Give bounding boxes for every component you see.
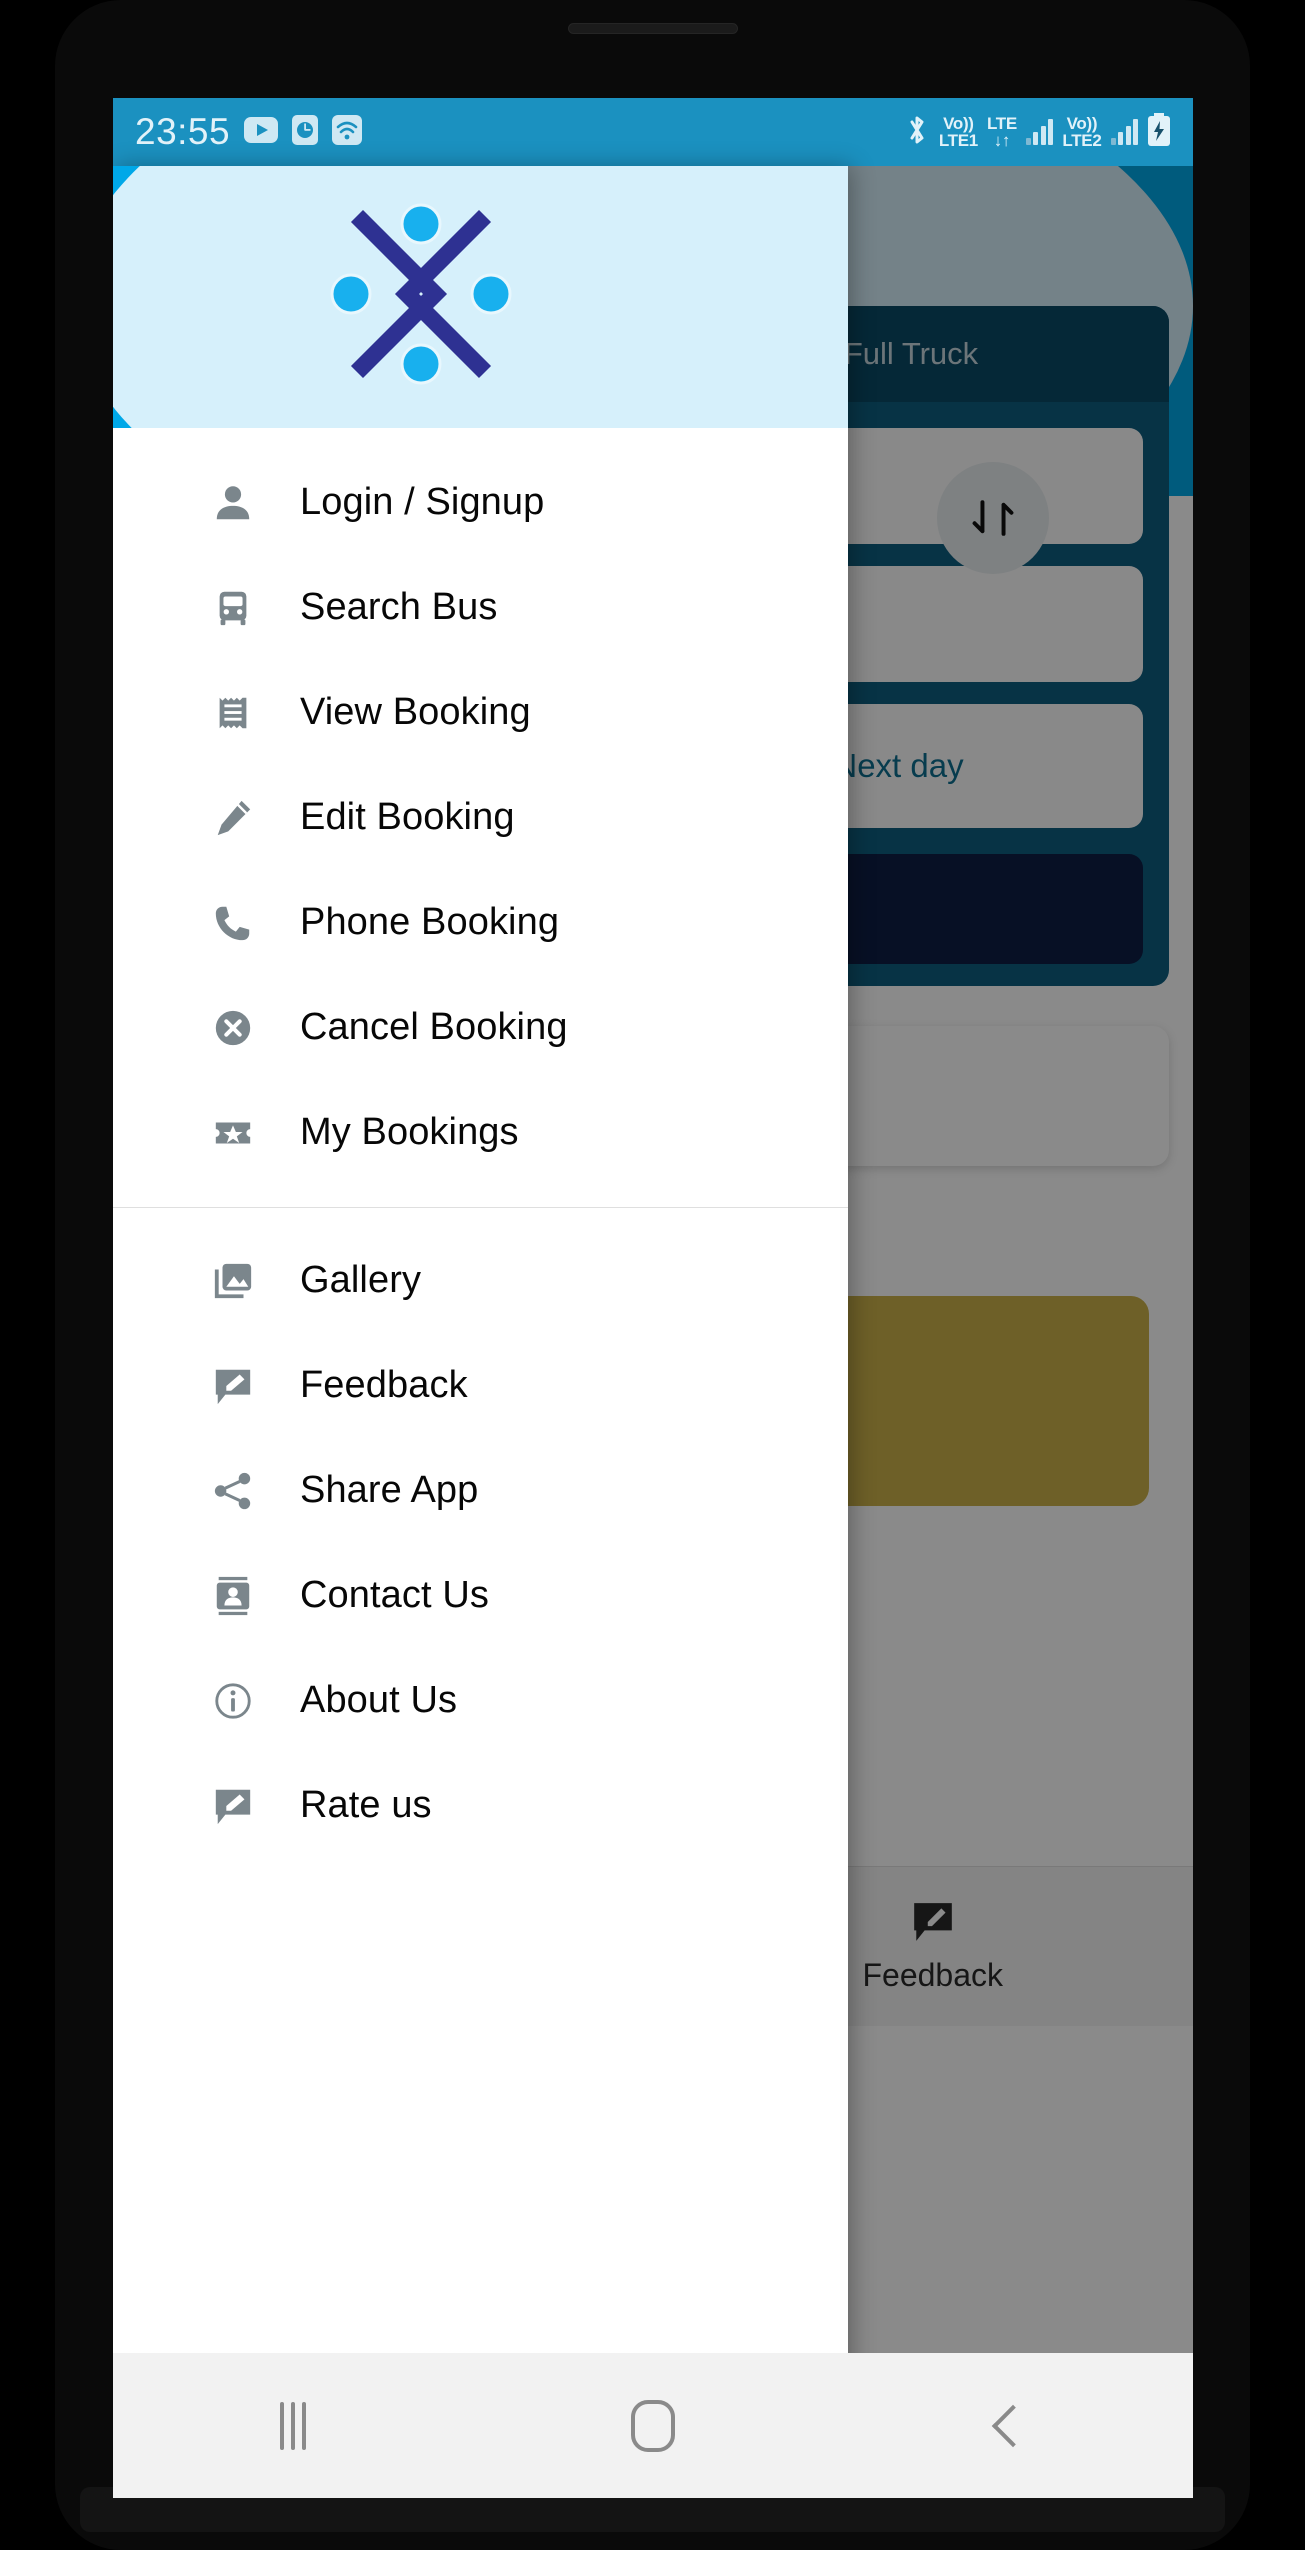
- network-type-label: LTE: [986, 114, 1017, 133]
- menu-item-feedback[interactable]: Feedback: [113, 1333, 848, 1438]
- info-circle-icon: [211, 1679, 255, 1723]
- phone-screen: 23:55 Vo)) LTE1 LTE ↓↑ Vo)) LTE2 Full Tr…: [113, 98, 1193, 2498]
- navigation-drawer: Login / Signup Search Bus View Booking E…: [113, 166, 848, 2498]
- sim1-signal-bars-icon: [1025, 119, 1054, 145]
- back-icon: [991, 2404, 1035, 2447]
- menu-item-rate-us[interactable]: Rate us: [113, 1753, 848, 1858]
- menu-label-edit-booking: Edit Booking: [300, 796, 515, 838]
- earpiece-speaker: [568, 23, 738, 34]
- sim1-volte-indicator: Vo)) LTE1: [939, 115, 978, 149]
- recent-apps-icon: [280, 2401, 306, 2450]
- clock-icon: [292, 114, 319, 150]
- menu-item-phone-booking[interactable]: Phone Booking: [113, 870, 848, 975]
- menu-item-share-app[interactable]: Share App: [113, 1438, 848, 1543]
- menu-item-view-booking[interactable]: View Booking: [113, 660, 848, 765]
- menu-item-cancel-booking[interactable]: Cancel Booking: [113, 975, 848, 1080]
- person-icon: [211, 481, 255, 525]
- ticket-star-icon: [211, 1111, 255, 1155]
- sim2-volte-bottom: LTE2: [1062, 131, 1102, 150]
- menu-label-rate-us: Rate us: [300, 1784, 432, 1826]
- menu-label-cancel-booking: Cancel Booking: [300, 1006, 568, 1048]
- receipt-icon: [211, 691, 255, 735]
- drawer-app-logo: [321, 194, 521, 394]
- menu-item-gallery[interactable]: Gallery: [113, 1228, 848, 1333]
- bus-icon: [211, 586, 255, 630]
- network-type-indicator: LTE ↓↑: [987, 115, 1017, 149]
- comment-edit-icon: [211, 1784, 255, 1828]
- menu-item-my-bookings[interactable]: My Bookings: [113, 1080, 848, 1185]
- status-bar: 23:55 Vo)) LTE1 LTE ↓↑ Vo)) LTE2: [113, 98, 1193, 166]
- menu-label-phone-booking: Phone Booking: [300, 901, 560, 943]
- phone-icon: [211, 901, 255, 945]
- menu-label-search-bus: Search Bus: [300, 586, 498, 628]
- android-navigation-bar: [113, 2353, 1193, 2498]
- comment-edit-icon: [211, 1364, 255, 1408]
- youtube-icon: [244, 116, 279, 148]
- wifi-icon: [332, 114, 363, 150]
- home-button[interactable]: [473, 2399, 833, 2452]
- menu-item-search-bus[interactable]: Search Bus: [113, 555, 848, 660]
- drawer-menu-list: Login / Signup Search Bus View Booking E…: [113, 428, 848, 2498]
- menu-label-gallery: Gallery: [300, 1259, 422, 1301]
- close-circle-icon: [211, 1006, 255, 1050]
- photo-library-icon: [211, 1259, 255, 1303]
- contact-card-icon: [211, 1574, 255, 1618]
- menu-item-about-us[interactable]: About Us: [113, 1648, 848, 1753]
- sim2-volte-top: Vo)): [1066, 114, 1098, 133]
- menu-label-feedback: Feedback: [300, 1364, 468, 1406]
- back-button[interactable]: [833, 2404, 1193, 2447]
- status-bar-left: 23:55: [135, 111, 363, 153]
- sim2-signal-bars-icon: [1110, 119, 1138, 145]
- data-transfer-arrows: ↓↑: [993, 131, 1011, 150]
- menu-label-about-us: About Us: [300, 1679, 458, 1721]
- menu-group-divider: [113, 1207, 848, 1208]
- menu-label-login-signup: Login / Signup: [300, 481, 545, 523]
- bluetooth-icon: [904, 113, 930, 152]
- drawer-header: [113, 166, 848, 428]
- sim1-volte-top: Vo)): [943, 114, 974, 133]
- battery-charging-icon: [1147, 112, 1171, 152]
- sim2-volte-indicator: Vo)) LTE2: [1062, 115, 1101, 149]
- sim1-volte-bottom: LTE1: [938, 131, 978, 150]
- share-icon: [211, 1469, 255, 1513]
- menu-item-contact-us[interactable]: Contact Us: [113, 1543, 848, 1648]
- menu-label-my-bookings: My Bookings: [300, 1111, 519, 1153]
- pencil-icon: [211, 796, 255, 840]
- recent-apps-button[interactable]: [113, 2401, 473, 2450]
- menu-label-view-booking: View Booking: [300, 691, 531, 733]
- menu-label-contact-us: Contact Us: [300, 1574, 489, 1616]
- home-icon: [631, 2399, 675, 2452]
- menu-label-share-app: Share App: [300, 1469, 479, 1511]
- menu-item-login-signup[interactable]: Login / Signup: [113, 450, 848, 555]
- status-bar-right: Vo)) LTE1 LTE ↓↑ Vo)) LTE2: [904, 112, 1171, 152]
- phone-frame: 23:55 Vo)) LTE1 LTE ↓↑ Vo)) LTE2 Full Tr…: [0, 0, 1305, 2550]
- menu-item-edit-booking[interactable]: Edit Booking: [113, 765, 848, 870]
- status-bar-clock: 23:55: [135, 111, 231, 152]
